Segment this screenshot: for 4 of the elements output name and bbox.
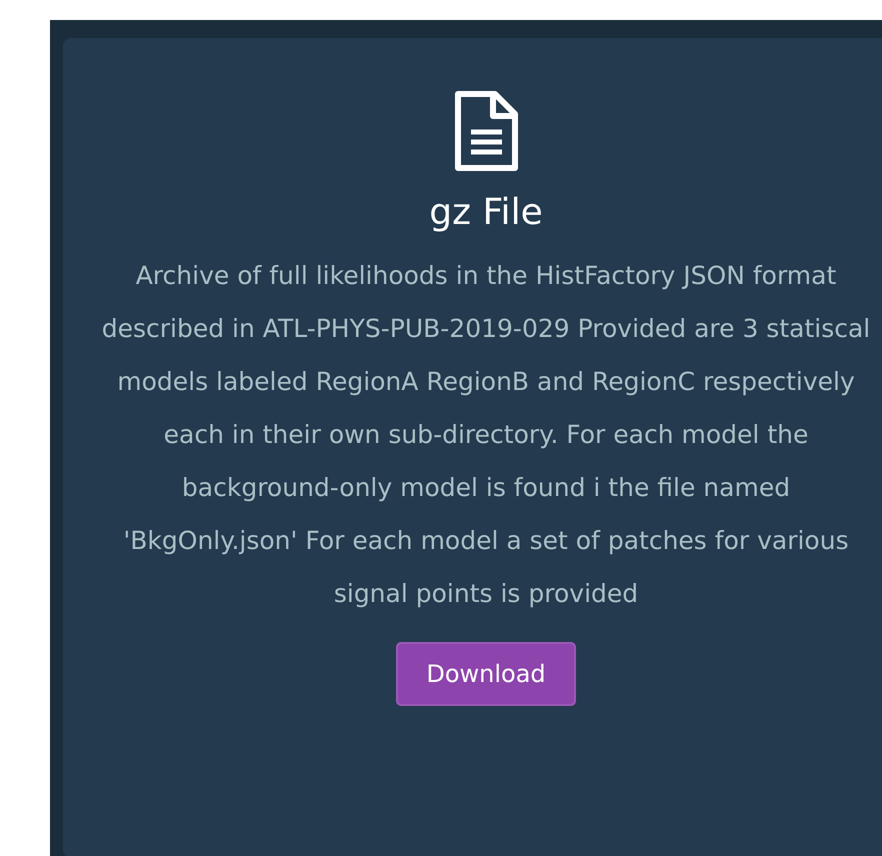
card-description: Archive of full likelihoods in the HistFactory JSON format described in ATL-PHYS-PUB-2019-029 Provided are 3 statiscal models labeled RegionA RegionB and RegionC respectively each in their own sub-directory. For each model the background-only model is found i the file named 'BkgOnly.json' For each model a set of patches for various signal points is provided bbox=[100, 260, 872, 610]
document-icon bbox=[453, 90, 519, 172]
card-title: gz File bbox=[429, 192, 543, 233]
download-button[interactable]: Download bbox=[396, 642, 576, 706]
